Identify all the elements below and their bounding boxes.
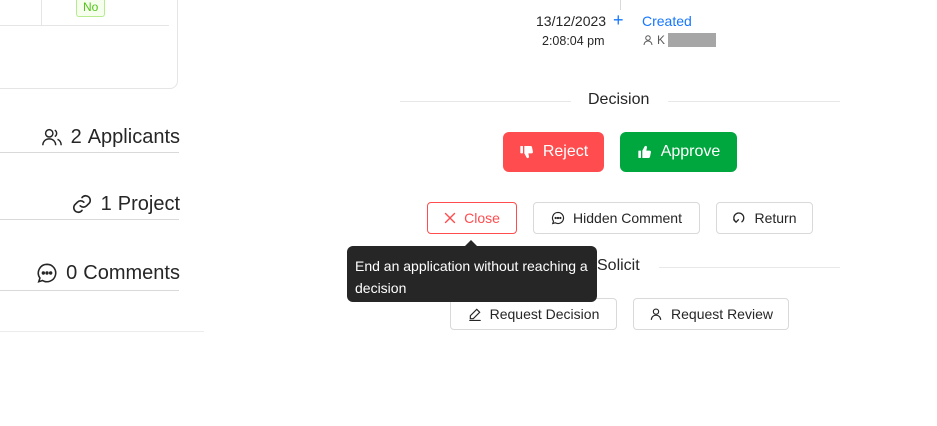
applicants-label: Applicants bbox=[87, 125, 180, 148]
status-badge-no: No bbox=[76, 0, 106, 17]
timeline-user: K bbox=[642, 33, 717, 47]
link-icon bbox=[71, 193, 93, 215]
close-button[interactable]: Close bbox=[427, 202, 517, 234]
card-divider-horizontal bbox=[0, 25, 169, 26]
request-review-button[interactable]: Request Review bbox=[633, 298, 789, 330]
reject-button[interactable]: Reject bbox=[503, 132, 604, 172]
request-decision-button[interactable]: Request Decision bbox=[450, 298, 617, 330]
user-icon bbox=[649, 307, 663, 321]
timeline-date: 13/12/2023 bbox=[536, 13, 607, 29]
solicit-divider-right bbox=[659, 267, 840, 268]
project-label: Project bbox=[117, 192, 180, 215]
approve-label: Approve bbox=[660, 143, 721, 160]
solicit-title: Solicit bbox=[597, 257, 640, 275]
panel-divider bbox=[0, 331, 204, 332]
project-link[interactable]: 1 Project bbox=[71, 189, 180, 219]
timeline-user-initial: K bbox=[657, 33, 666, 47]
card-divider-vertical bbox=[41, 0, 42, 25]
plus-icon: + bbox=[613, 10, 624, 30]
thumbs-down-icon bbox=[519, 144, 535, 160]
stat-divider bbox=[0, 290, 179, 291]
hidden-comment-button[interactable]: Hidden Comment bbox=[533, 202, 700, 234]
return-button[interactable]: Return bbox=[716, 202, 813, 234]
reject-label: Reject bbox=[542, 143, 589, 160]
timeline-event: Created bbox=[642, 13, 692, 29]
thumbs-up-icon bbox=[637, 144, 653, 160]
comment-icon bbox=[551, 211, 565, 225]
timeline-connector bbox=[620, 0, 621, 10]
project-count: 1 bbox=[100, 192, 112, 215]
approve-button[interactable]: Approve bbox=[620, 132, 737, 172]
comments-label: Comments bbox=[83, 261, 180, 284]
user-icon bbox=[642, 34, 654, 46]
comments-link[interactable]: 0 Comments bbox=[36, 258, 180, 288]
return-label: Return bbox=[754, 210, 797, 226]
decision-divider-left bbox=[400, 101, 571, 102]
close-icon bbox=[444, 212, 456, 224]
hidden-comment-label: Hidden Comment bbox=[573, 210, 682, 226]
comment-icon bbox=[36, 262, 58, 284]
request-review-label: Request Review bbox=[671, 306, 773, 322]
close-tooltip: End an application without reaching a de… bbox=[347, 246, 597, 302]
comments-count: 0 bbox=[66, 261, 78, 284]
timeline-time: 2:08:04 pm bbox=[542, 34, 605, 48]
users-icon bbox=[41, 126, 63, 148]
applicants-count: 2 bbox=[70, 125, 82, 148]
stat-divider bbox=[0, 152, 179, 153]
applicants-link[interactable]: 2 Applicants bbox=[41, 122, 180, 152]
edit-icon bbox=[468, 307, 482, 321]
undo-icon bbox=[732, 211, 746, 225]
request-decision-label: Request Decision bbox=[489, 306, 600, 322]
close-label: Close bbox=[464, 210, 500, 226]
stat-divider bbox=[0, 219, 179, 220]
decision-divider-right bbox=[668, 101, 840, 102]
decision-title: Decision bbox=[588, 91, 650, 109]
redacted-name bbox=[668, 33, 717, 47]
